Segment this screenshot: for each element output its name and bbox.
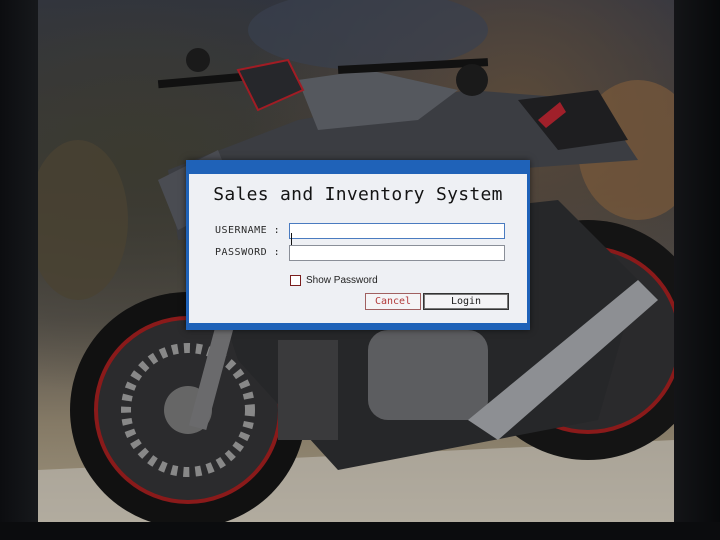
text-caret (291, 233, 292, 245)
password-input[interactable] (289, 245, 505, 261)
cancel-button[interactable]: Cancel (365, 293, 421, 310)
show-password-label: Show Password (306, 275, 378, 286)
show-password-checkbox[interactable]: Show Password (290, 275, 378, 286)
username-input[interactable] (289, 223, 505, 239)
monitor-bezel-left (0, 0, 40, 540)
monitor-bezel-right (672, 0, 720, 540)
login-button[interactable]: Login (423, 293, 509, 310)
login-window: Sales and Inventory System USERNAME : PA… (186, 160, 530, 330)
checkbox-box[interactable] (290, 275, 301, 286)
password-label: PASSWORD : (215, 247, 281, 258)
app-title: Sales and Inventory System (213, 184, 503, 205)
login-form-panel: Sales and Inventory System USERNAME : PA… (189, 174, 527, 323)
username-label: USERNAME : (215, 225, 281, 236)
monitor-bezel-bottom (0, 522, 720, 540)
